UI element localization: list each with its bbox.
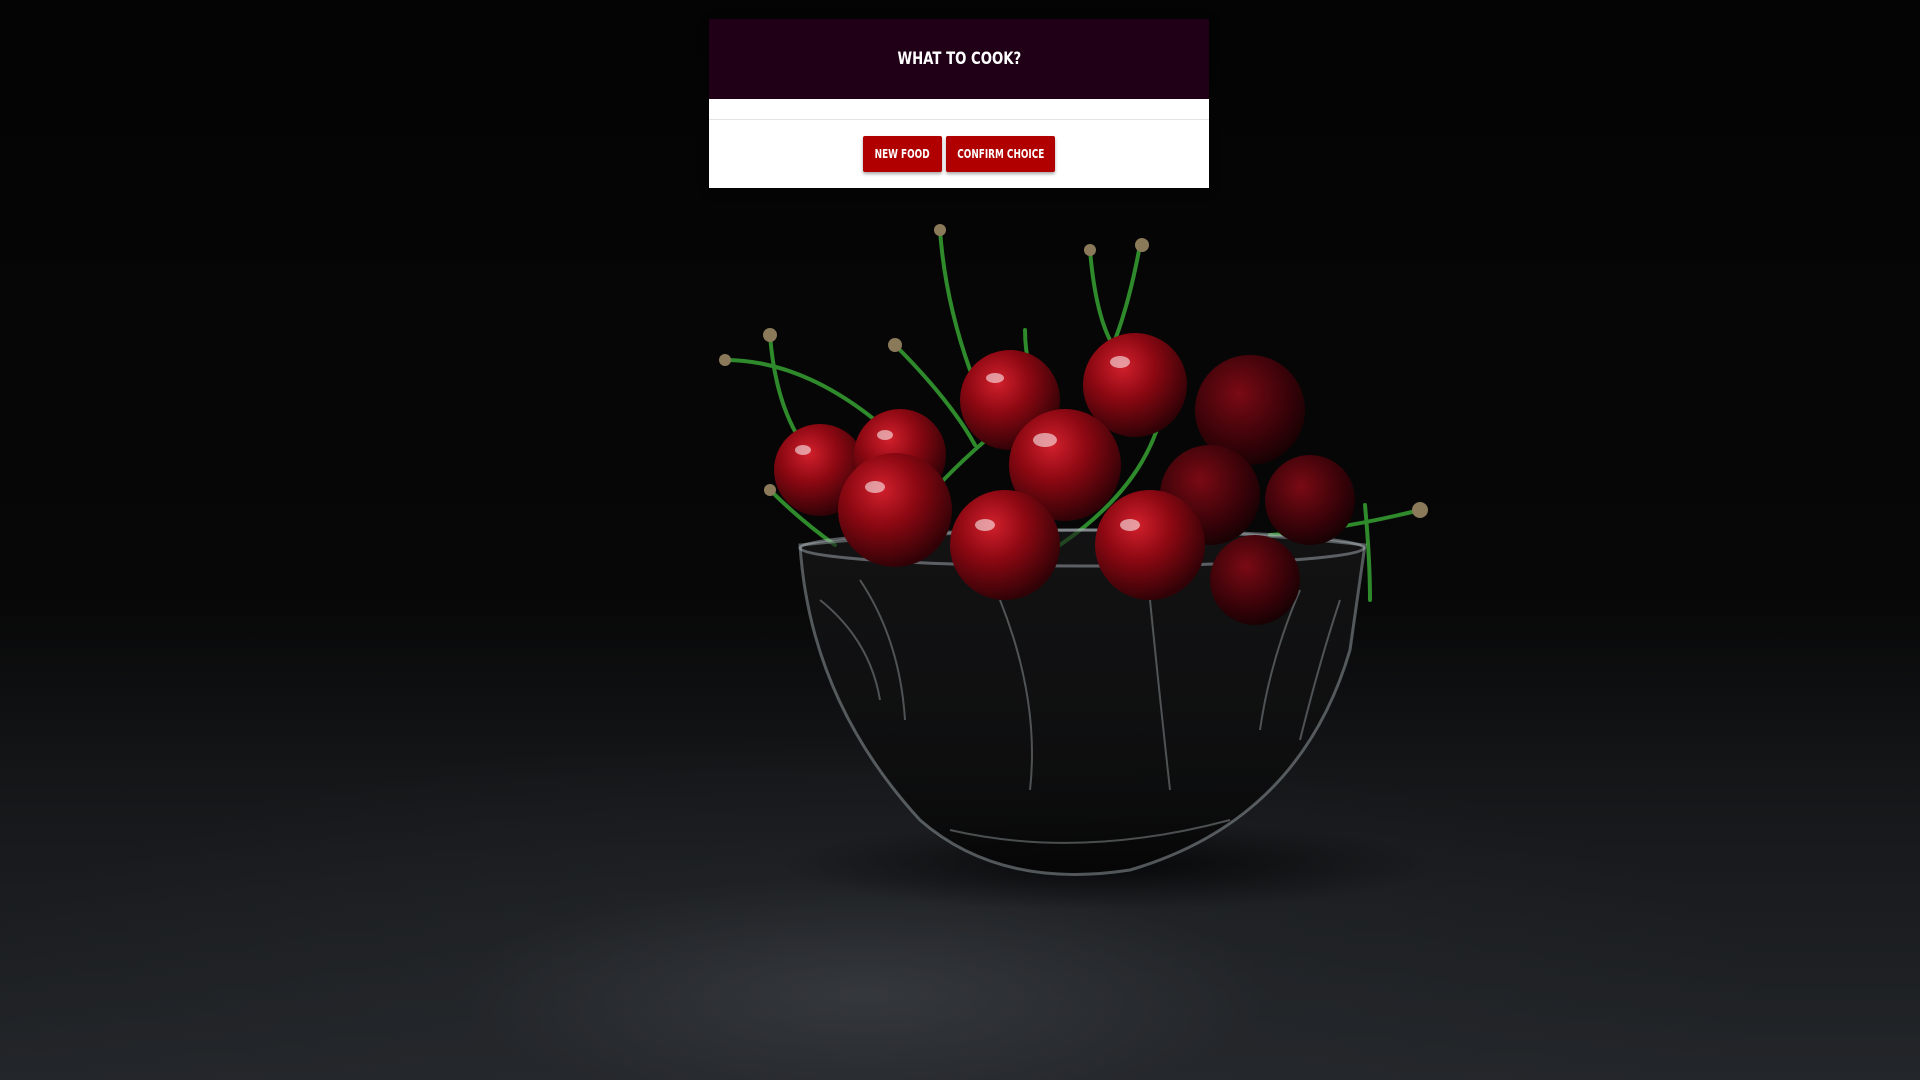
new-food-button-label: New food [875,147,930,161]
confirm-choice-button-label: Confirm choice [956,147,1045,161]
new-food-button[interactable]: New food [863,136,942,172]
dialog-header: What to cook? [709,19,1209,99]
confirm-choice-button[interactable]: Confirm choice [946,136,1055,172]
dialog-footer: New food Confirm choice [709,120,1209,188]
dialog-body [709,99,1209,120]
page-background: What to cook? New food Confirm choice [0,0,1920,1080]
what-to-cook-dialog: What to cook? New food Confirm choice [709,19,1209,188]
dialog-title: What to cook? [897,49,1021,69]
